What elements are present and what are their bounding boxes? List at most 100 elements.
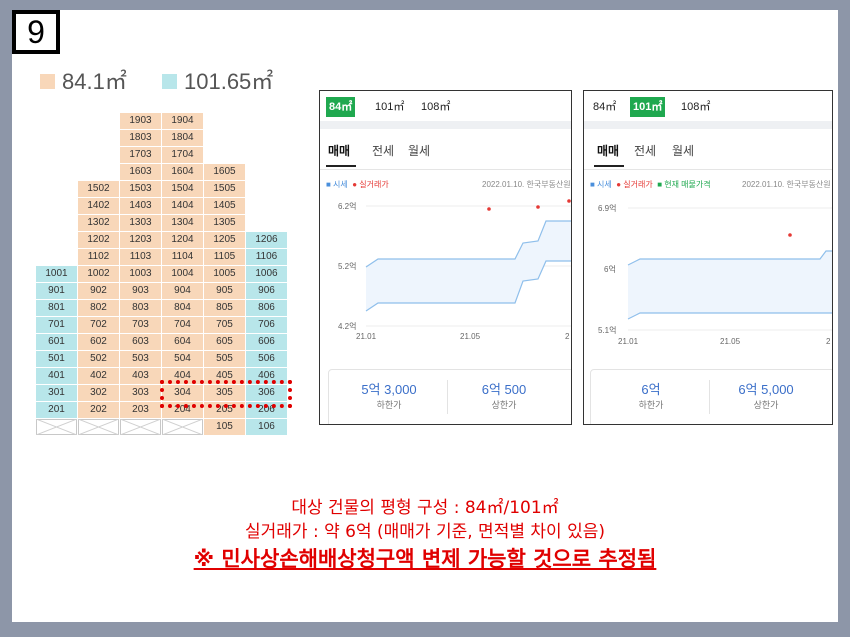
size-tab-84[interactable]: 84㎡ xyxy=(590,97,619,117)
unit-506: 506 xyxy=(246,351,287,367)
trade-tab-jeonse[interactable]: 전세 xyxy=(634,142,656,159)
upper-price-value: 6억 500 xyxy=(481,382,527,397)
unit-603: 603 xyxy=(120,334,161,350)
empty-cross-icon xyxy=(36,419,77,435)
unit-1504: 1504 xyxy=(162,181,203,197)
x-tick-label: 21.05 xyxy=(460,332,481,341)
unit-502: 502 xyxy=(78,351,119,367)
divider-bar xyxy=(320,121,571,129)
unit-903: 903 xyxy=(120,283,161,299)
unit-1006: 1006 xyxy=(246,266,287,282)
unit-301: 301 xyxy=(36,385,77,401)
legend-swatch-101 xyxy=(162,73,177,89)
unit-1206: 1206 xyxy=(246,232,287,248)
price-chart-101: 6.9억 6억 5.1억 21.01 21.05 2 xyxy=(598,203,832,346)
trade-tab-monthly[interactable]: 월세 xyxy=(408,142,430,159)
unit-1003: 1003 xyxy=(120,266,161,282)
y-tick-label: 6억 xyxy=(604,264,616,274)
unit-1403: 1403 xyxy=(120,198,161,214)
trade-tab-jeonse[interactable]: 전세 xyxy=(372,142,394,159)
actual-trade-point xyxy=(536,205,540,209)
unit-503: 503 xyxy=(120,351,161,367)
unit-1004: 1004 xyxy=(162,266,203,282)
unit-701: 701 xyxy=(36,317,77,333)
size-tab-101[interactable]: 101㎡ xyxy=(630,97,666,117)
chart-legend: ■ 시세 ● 실거래가 ■ 현재 매물가격 xyxy=(590,179,711,190)
unit-803: 803 xyxy=(120,300,161,316)
unit-1302: 1302 xyxy=(78,215,119,231)
price-chart-84: 6.2억 5.2억 4.2억 21.01 21.05 2 xyxy=(338,199,571,341)
chart-date-source: 2022.01.10. 한국부동산원 xyxy=(742,180,831,189)
actual-trade-point xyxy=(788,233,792,237)
price-panel-84: 84㎡ 101㎡ 108㎡ 매매 전세 월세 ■ 시세 ● 실거래가 2022.… xyxy=(319,90,572,425)
slide: 9 84.1㎡ 101.65㎡ 1903 1904 1803 1804 1703 1704… xyxy=(12,10,838,622)
unit-1604: 1604 xyxy=(162,164,203,180)
legend-swatch-84 xyxy=(40,73,55,89)
unit-805: 805 xyxy=(204,300,245,316)
unit-706: 706 xyxy=(246,317,287,333)
y-tick-label: 5.1억 xyxy=(598,325,616,335)
unit-605: 605 xyxy=(204,334,245,350)
unit-1803: 1803 xyxy=(120,130,161,146)
trade-tab-monthly[interactable]: 월세 xyxy=(672,142,694,159)
unit-302: 302 xyxy=(78,385,119,401)
trade-tab-sale[interactable]: 매매 xyxy=(328,142,350,159)
lower-price-label: 하한가 xyxy=(376,400,402,410)
price-summary: 6억 하한가 6억 5,000 상한가 xyxy=(590,369,832,424)
caption-actual-price: 실거래가 : 약 6억 (매매가 기준, 면적별 차이 있음) xyxy=(245,522,605,542)
empty-unit-cell xyxy=(78,419,119,435)
unit-106: 106 xyxy=(246,419,287,435)
market-band xyxy=(628,251,832,319)
size-tabs: 84㎡ 101㎡ 108㎡ xyxy=(584,91,832,121)
unit-1703: 1703 xyxy=(120,147,161,163)
market-low-line xyxy=(627,312,832,320)
unit-1804: 1804 xyxy=(162,130,203,146)
legend-size-101: 101.65㎡ xyxy=(162,64,273,96)
unit-1002: 1002 xyxy=(78,266,119,282)
unit-1405: 1405 xyxy=(204,198,245,214)
unit-1402: 1402 xyxy=(78,198,119,214)
size-tabs: 84㎡ 101㎡ 108㎡ xyxy=(320,91,571,121)
size-tab-108[interactable]: 108㎡ xyxy=(678,97,713,117)
unit-105: 105 xyxy=(204,419,245,435)
legend-label-84: 84.1㎡ xyxy=(62,69,127,94)
unit-1904: 1904 xyxy=(162,113,203,129)
unit-1704: 1704 xyxy=(162,147,203,163)
trade-tab-sale[interactable]: 매매 xyxy=(597,142,619,159)
unit-902: 902 xyxy=(78,283,119,299)
x-tick-label: 21.05 xyxy=(720,337,741,346)
chart-date-source: 2022.01.10. 한국부동산원 xyxy=(482,180,571,189)
unit-201: 201 xyxy=(36,402,77,418)
legend-actual: ● 실거래가 xyxy=(352,180,389,189)
trade-tabs: 매매 전세 월세 xyxy=(584,129,832,170)
trade-tabs: 매매 전세 월세 xyxy=(320,129,571,170)
unit-1102: 1102 xyxy=(78,249,119,265)
unit-1605: 1605 xyxy=(204,164,245,180)
empty-unit-cell xyxy=(162,419,203,435)
y-tick-label: 4.2억 xyxy=(338,321,356,331)
unit-1305: 1305 xyxy=(204,215,245,231)
unit-1001: 1001 xyxy=(36,266,77,282)
slide-caption: 대상 건물의 평형 구성 : 84㎡/101㎡ 실거래가 : 약 6억 (매매가… xyxy=(12,496,838,574)
unit-1005: 1005 xyxy=(204,266,245,282)
price-summary: 5억 3,000 하한가 6억 500 상한가 xyxy=(328,369,571,424)
unit-1502: 1502 xyxy=(78,181,119,197)
size-tab-84[interactable]: 84㎡ xyxy=(326,97,356,117)
unit-1204: 1204 xyxy=(162,232,203,248)
size-tab-108[interactable]: 108㎡ xyxy=(418,97,453,117)
unit-806: 806 xyxy=(246,300,287,316)
size-tab-101[interactable]: 101㎡ xyxy=(372,97,407,117)
legend-actual: ● 실거래가 xyxy=(616,180,653,189)
unit-501: 501 xyxy=(36,351,77,367)
unit-1202: 1202 xyxy=(78,232,119,248)
unit-1903: 1903 xyxy=(120,113,161,129)
unit-504: 504 xyxy=(162,351,203,367)
unit-1205: 1205 xyxy=(204,232,245,248)
unit-202: 202 xyxy=(78,402,119,418)
unit-402: 402 xyxy=(78,368,119,384)
y-tick-label: 6.2억 xyxy=(338,201,356,211)
divider-bar xyxy=(584,121,832,129)
empty-cross-icon xyxy=(162,419,203,435)
x-tick-label: 2 xyxy=(826,337,831,346)
unit-303: 303 xyxy=(120,385,161,401)
